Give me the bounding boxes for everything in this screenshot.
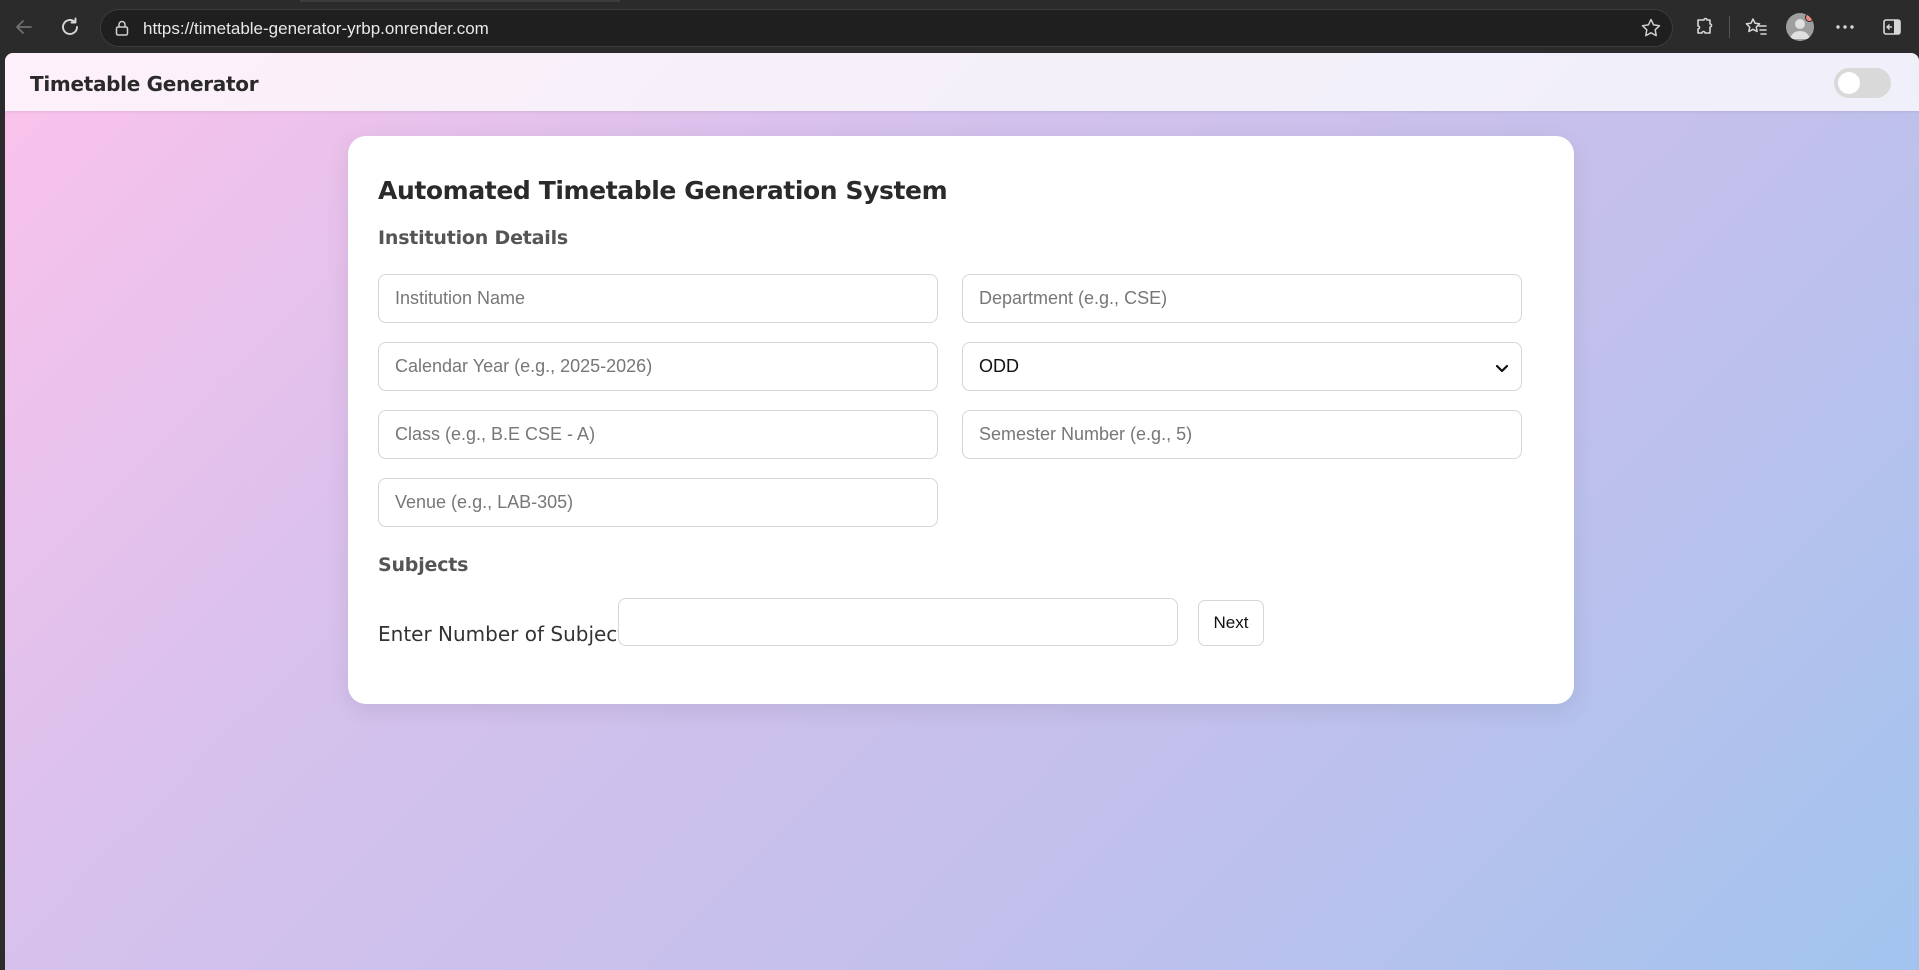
address-bar[interactable]: https://timetable-generator-yrbp.onrende… [100,9,1673,47]
department-input[interactable] [962,274,1522,323]
favorites-icon[interactable] [1742,13,1770,41]
subjects-count-input[interactable] [618,598,1178,646]
browser-toolbar: https://timetable-generator-yrbp.onrende… [0,0,1919,53]
semester-type-value: ODD [979,356,1019,376]
institution-name-input[interactable] [378,274,938,323]
class-input[interactable] [378,410,938,459]
active-tab-indicator [300,0,620,2]
app-brand[interactable]: Timetable Generator [30,72,259,96]
semester-type-select[interactable]: ODD [962,342,1522,391]
profile-avatar[interactable] [1786,13,1814,41]
next-button[interactable]: Next [1198,600,1264,646]
institution-details-heading: Institution Details [378,227,568,249]
form-card: Automated Timetable Generation System In… [348,136,1574,704]
venue-input[interactable] [378,478,938,527]
theme-toggle[interactable] [1834,68,1891,98]
notification-dot [1805,13,1814,22]
calendar-year-input[interactable] [378,342,938,391]
reload-icon[interactable] [55,12,85,42]
toggle-knob [1838,72,1860,94]
lock-icon[interactable] [113,19,131,37]
subjects-count-label: Enter Number of Subjects: [378,622,643,646]
toolbar-divider [1729,16,1730,38]
app-header: Timetable Generator [5,53,1919,111]
page-title: Automated Timetable Generation System [378,176,948,205]
back-icon[interactable] [9,12,39,42]
extensions-icon[interactable] [1690,13,1718,41]
semester-number-input[interactable] [962,410,1522,459]
subjects-heading: Subjects [378,554,469,576]
more-icon[interactable] [1831,13,1859,41]
address-url[interactable]: https://timetable-generator-yrbp.onrende… [143,19,489,39]
chevron-down-icon [1495,359,1509,373]
page-viewport: Timetable Generator Automated Timetable … [5,53,1919,970]
sidebar-icon[interactable] [1878,13,1906,41]
star-icon[interactable] [1640,17,1662,39]
